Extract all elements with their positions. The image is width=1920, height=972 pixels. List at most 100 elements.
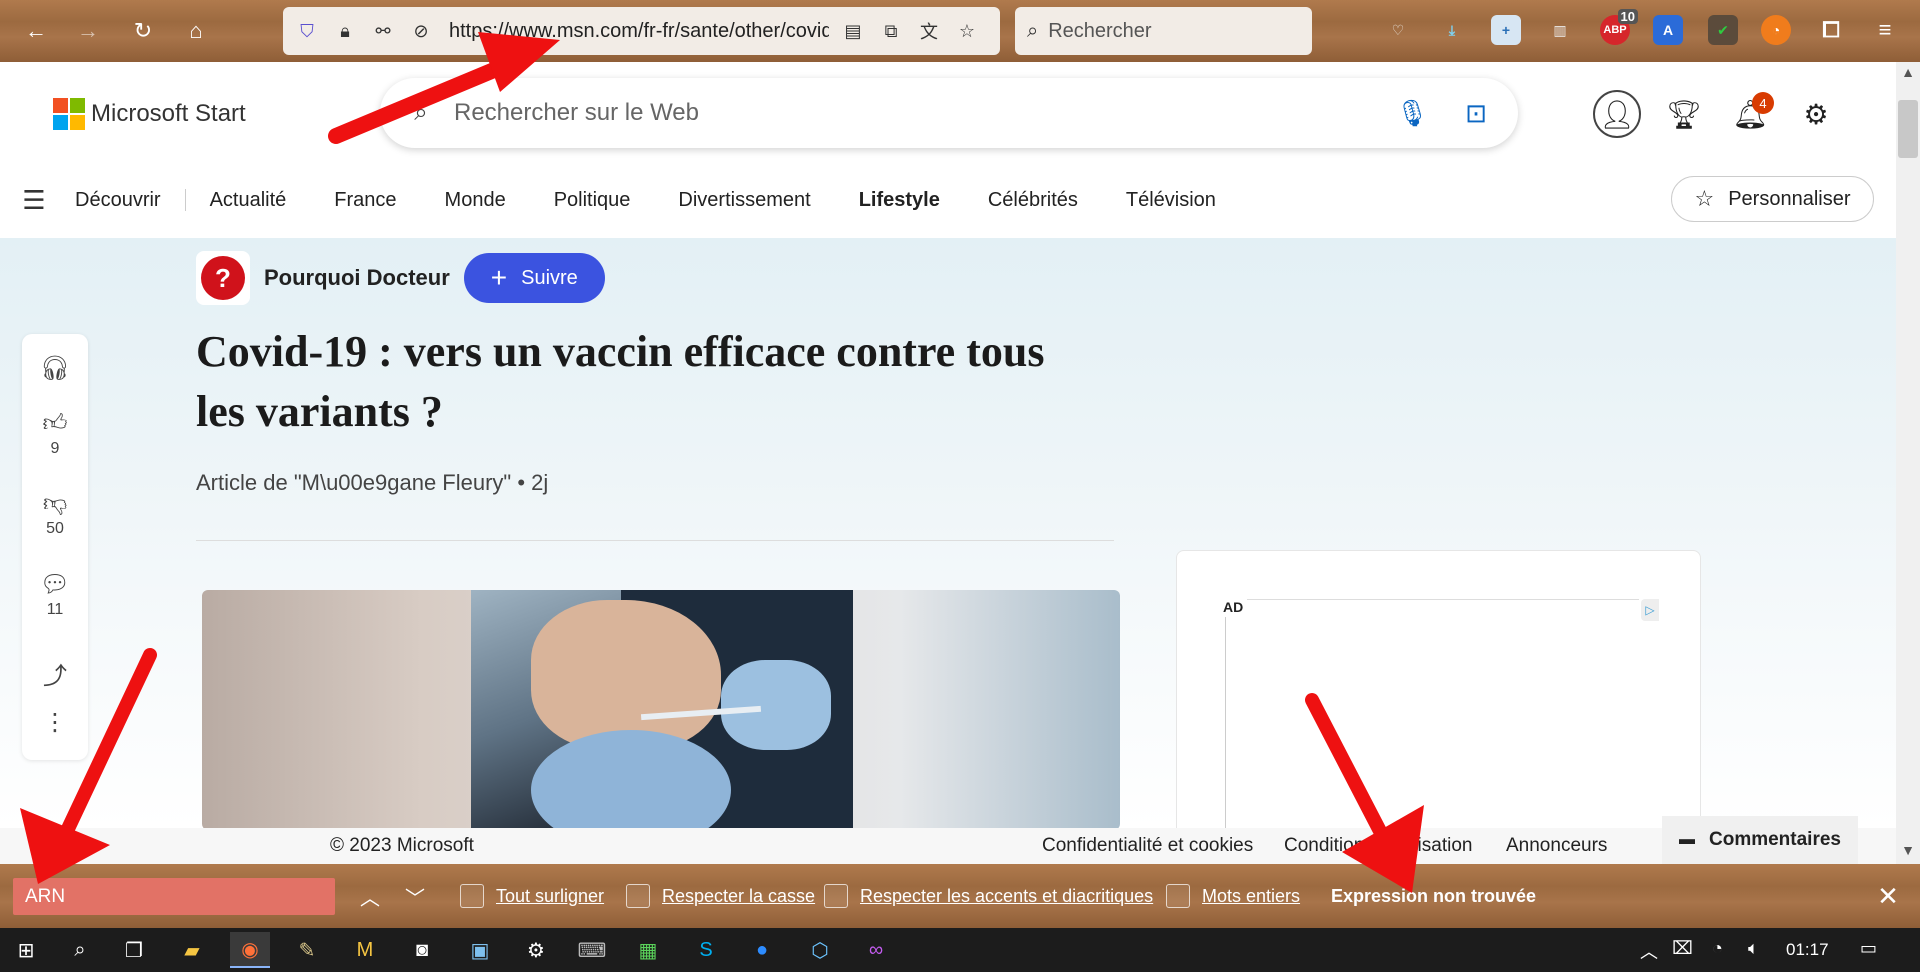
back-icon[interactable]: ← <box>18 13 54 49</box>
follow-button[interactable]: + Suivre <box>463 253 605 303</box>
web-search-box[interactable]: ⌕ Rechercher <box>1015 7 1312 55</box>
highlight-all-option[interactable]: Tout surligner <box>460 884 604 908</box>
listen-button[interactable]: 🎧︎ <box>22 354 88 383</box>
checklist-icon[interactable]: ✔ <box>1708 15 1738 45</box>
reload-icon[interactable]: ↻ <box>125 13 161 49</box>
scroll-up-icon[interactable]: ▲ <box>1898 64 1918 84</box>
scrollbar-thumb[interactable] <box>1898 100 1918 158</box>
tracking-shield-icon[interactable]: ⛉ <box>293 17 321 45</box>
msn-search-box[interactable]: ⌕ Rechercher sur le Web 🎙︎ ⊡ <box>380 78 1518 148</box>
settings-gear-icon[interactable]: ⚙ <box>1792 90 1840 138</box>
whole-words-option[interactable]: Mots entiers <box>1166 884 1300 908</box>
permissions-icon[interactable]: ⚯ <box>369 17 397 45</box>
url-bar[interactable]: ⛉ 🔒︎ ⚯ ⊘ https://www.msn.com/fr-fr/sante… <box>283 7 1000 55</box>
puzzle-icon[interactable]: ⧠ <box>1816 15 1846 45</box>
share-button[interactable]: ⤴ <box>22 656 88 691</box>
settings-app-icon[interactable]: ⚙ <box>516 932 556 968</box>
notification-center-icon[interactable]: ▭ <box>1860 938 1877 959</box>
privacy-link[interactable]: Confidentialité et cookies <box>1042 835 1253 857</box>
visual-search-icon[interactable]: ⊡ <box>1454 91 1498 135</box>
nav-item-divertissement[interactable]: Divertissement <box>678 189 810 212</box>
personalize-button[interactable]: ☆ Personnaliser <box>1671 176 1874 222</box>
lock-icon[interactable]: 🔒︎ <box>331 17 359 45</box>
match-case-label: Respecter la casse <box>662 885 816 906</box>
reader-view-icon[interactable]: ▤ <box>839 17 867 45</box>
orange-circle-icon[interactable]: ◔ <box>1761 15 1791 45</box>
ad-choices-icon[interactable]: ▷ <box>1641 599 1659 621</box>
picture-in-picture-icon[interactable]: ⧉ <box>877 17 905 45</box>
wifi-icon[interactable]: ◔ <box>1712 938 1723 959</box>
profile-avatar-icon[interactable]: 👤︎ <box>1593 90 1641 138</box>
bookmark-star-icon[interactable]: ☆ <box>953 17 981 45</box>
remote-desktop-icon[interactable]: ▣ <box>460 932 500 968</box>
ad-frame[interactable] <box>1225 599 1639 828</box>
microphone-icon[interactable]: 🎙︎ <box>1390 91 1434 135</box>
network-app-icon[interactable]: ⌨ <box>572 932 612 968</box>
home-icon[interactable]: ⌂ <box>178 13 214 49</box>
comments-button[interactable]: 💬︎ 11 <box>22 570 88 619</box>
infinity-app-icon[interactable]: ∞ <box>856 932 896 968</box>
more-options-button[interactable]: ⋮ <box>22 708 88 737</box>
nav-item-celebrites[interactable]: Célébrités <box>988 189 1078 212</box>
nav-item-decouvrir[interactable]: Découvrir <box>75 189 161 212</box>
task-view-icon[interactable]: ❐ <box>114 932 154 968</box>
zoom-icon[interactable]: ● <box>742 932 782 968</box>
menu-icon[interactable]: ≡ <box>1870 15 1900 45</box>
windows-start-icon[interactable]: ⊞ <box>6 932 46 968</box>
autoplay-blocked-icon[interactable]: ⊘ <box>407 17 435 45</box>
firefox-icon[interactable]: ◉ <box>230 932 270 968</box>
highlight-all-checkbox[interactable] <box>460 884 484 908</box>
volume-icon[interactable]: 🔈︎ <box>1748 938 1759 959</box>
microsoft-start-logo[interactable]: Microsoft Start <box>53 98 246 130</box>
match-case-option[interactable]: Respecter la casse <box>626 884 815 908</box>
cheat-engine-icon[interactable]: ▦ <box>628 932 668 968</box>
nav-item-television[interactable]: Télévision <box>1126 189 1216 212</box>
reader-icon[interactable]: ▥ <box>1545 15 1575 45</box>
translate-page-icon[interactable]: 文 <box>915 17 943 45</box>
screenshot-extension-icon[interactable]: + <box>1491 15 1521 45</box>
scroll-down-icon[interactable]: ▼ <box>1898 842 1918 862</box>
terms-link[interactable]: Conditions d'utilisation <box>1284 835 1472 857</box>
taskbar-search-icon[interactable]: ⌕ <box>60 932 100 968</box>
article-hero-image[interactable] <box>202 590 1120 828</box>
forward-icon[interactable]: → <box>70 13 106 49</box>
tray-keyboard-icon[interactable]: ⌧ <box>1672 938 1693 959</box>
nav-item-france[interactable]: France <box>334 189 396 212</box>
match-diacritics-checkbox[interactable] <box>824 884 848 908</box>
comments-panel-button[interactable]: ▬ Commentaires <box>1662 816 1858 864</box>
m-app-icon[interactable]: M <box>345 932 385 968</box>
nav-item-actualite[interactable]: Actualité <box>210 189 287 212</box>
whole-words-checkbox[interactable] <box>1166 884 1190 908</box>
nav-item-politique[interactable]: Politique <box>554 189 631 212</box>
nav-item-lifestyle[interactable]: Lifestyle <box>859 189 940 212</box>
nav-item-monde[interactable]: Monde <box>445 189 506 212</box>
find-next-icon[interactable]: ﹀ <box>397 878 433 914</box>
publisher-logo[interactable]: ? <box>196 251 250 305</box>
like-button[interactable]: 👍︎ 9 <box>22 410 88 458</box>
url-text[interactable]: https://www.msn.com/fr-fr/sante/other/co… <box>449 20 829 43</box>
page-scrollbar[interactable] <box>1896 62 1920 864</box>
adblock-icon[interactable]: ABP 10 <box>1600 9 1638 45</box>
find-input[interactable]: ARN <box>13 878 335 915</box>
notifications-bell-icon[interactable]: 🔔︎ 4 <box>1726 90 1774 138</box>
close-find-bar-icon[interactable]: ✕ <box>1870 878 1906 914</box>
advertisers-link[interactable]: Annonceurs <box>1506 835 1607 857</box>
find-previous-icon[interactable]: ︿ <box>352 878 388 914</box>
match-case-checkbox[interactable] <box>626 884 650 908</box>
dislike-button[interactable]: 👎︎ 50 <box>22 490 88 538</box>
download-icon[interactable]: ⤓ <box>1437 15 1467 45</box>
zebra-app-icon[interactable]: ✎ <box>287 932 327 968</box>
tray-chevron-icon[interactable]: ︿ <box>1640 938 1658 964</box>
msn-search-input[interactable]: Rechercher sur le Web <box>454 99 1390 127</box>
system-clock[interactable]: 01:17 <box>1786 940 1829 960</box>
hamburger-menu-icon[interactable]: ☰ <box>19 185 49 216</box>
pocket-icon[interactable]: ♡ <box>1383 15 1413 45</box>
cube-app-icon[interactable]: ⬡ <box>800 932 840 968</box>
skype-icon[interactable]: S <box>686 932 726 968</box>
translate-icon[interactable]: A <box>1653 15 1683 45</box>
file-explorer-icon[interactable]: ▰ <box>172 932 212 968</box>
rewards-trophy-icon[interactable]: 🏆︎ <box>1660 90 1708 138</box>
monitor-app-icon[interactable]: ◙ <box>402 932 442 968</box>
match-diacritics-option[interactable]: Respecter les accents et diacritiques <box>824 884 1153 908</box>
publisher-name[interactable]: Pourquoi Docteur <box>264 265 450 291</box>
